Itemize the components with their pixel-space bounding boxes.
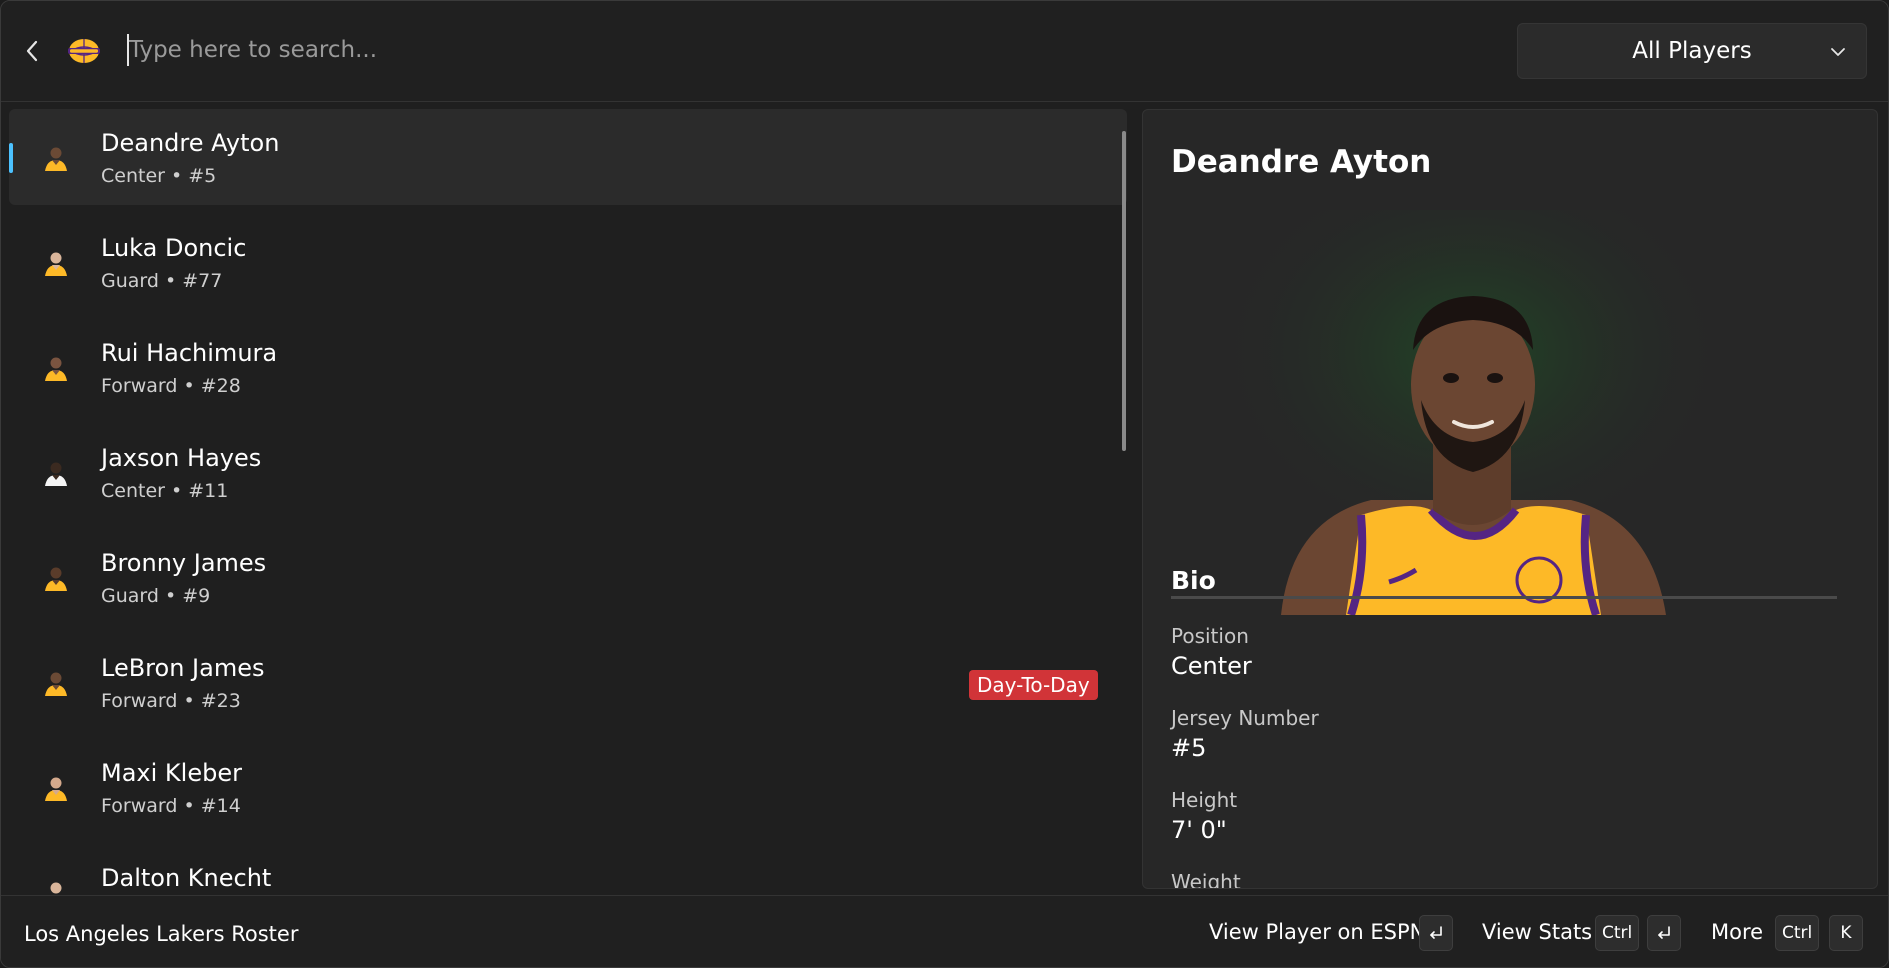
- player-filter-dropdown[interactable]: All Players: [1517, 23, 1867, 79]
- command-palette-window: All Players Deandre Ayton Center • #5: [0, 0, 1889, 968]
- height-value: 7' 0": [1171, 816, 1227, 844]
- enter-key-icon: [1430, 926, 1442, 939]
- lakers-logo-icon: [68, 39, 100, 63]
- player-name: Bronny James: [101, 549, 267, 577]
- player-row[interactable]: Maxi Kleber Forward • #14: [9, 739, 1127, 835]
- k-key-hint: K: [1829, 915, 1863, 951]
- player-row[interactable]: LeBron James Forward • #23 Day-To-Day: [9, 634, 1127, 730]
- player-row[interactable]: Deandre Ayton Center • #5: [9, 109, 1127, 205]
- player-position-number: Guard • #9: [101, 585, 211, 607]
- command-bar: Los Angeles Lakers Roster View Player on…: [1, 895, 1888, 967]
- player-name: Luka Doncic: [101, 234, 247, 262]
- player-position-number: Guard • #77: [101, 270, 223, 292]
- enter-key-hint: [1647, 915, 1681, 951]
- back-button[interactable]: [19, 35, 45, 67]
- player-position-number: Forward • #28: [101, 375, 241, 397]
- player-position-number: Center • #11: [101, 480, 229, 502]
- player-row[interactable]: Dalton Knecht: [9, 844, 1127, 895]
- player-list: Deandre Ayton Center • #5 Luka Doncic Gu…: [9, 109, 1127, 895]
- weight-label: Weight: [1171, 870, 1241, 889]
- player-avatar: [45, 672, 67, 696]
- player-avatar: [45, 252, 67, 276]
- list-scrollbar[interactable]: [1122, 131, 1126, 451]
- player-row[interactable]: Luka Doncic Guard • #77: [9, 214, 1127, 310]
- roster-title: Los Angeles Lakers Roster: [24, 922, 299, 946]
- search-input[interactable]: [129, 29, 1379, 71]
- player-name: Maxi Kleber: [101, 759, 242, 787]
- player-name: Deandre Ayton: [101, 129, 280, 157]
- player-row[interactable]: Jaxson Hayes Center • #11: [9, 424, 1127, 520]
- player-details-pane: Deandre Ayton Bio Position Center Jersey…: [1142, 109, 1878, 889]
- player-name: Jaxson Hayes: [101, 444, 262, 472]
- injury-status-badge: Day-To-Day: [969, 670, 1098, 700]
- player-avatar: [45, 147, 67, 171]
- details-player-name: Deandre Ayton: [1171, 144, 1432, 180]
- player-avatar: [45, 777, 67, 801]
- chevron-down-icon: [1831, 48, 1845, 56]
- player-position-number: Forward • #23: [101, 690, 241, 712]
- bio-heading: Bio: [1171, 566, 1216, 595]
- search-bar: All Players: [1, 1, 1888, 102]
- player-row[interactable]: Rui Hachimura Forward • #28: [9, 319, 1127, 415]
- player-position-number: Center • #5: [101, 165, 217, 187]
- ctrl-key-hint: Ctrl: [1775, 915, 1820, 951]
- player-avatar: [45, 357, 67, 381]
- filter-selected-label: All Players: [1632, 38, 1752, 64]
- player-position-number: Forward • #14: [101, 795, 241, 817]
- player-name: Rui Hachimura: [101, 339, 278, 367]
- position-value: Center: [1171, 652, 1252, 680]
- bio-divider: [1171, 596, 1837, 599]
- player-avatar: [45, 567, 67, 591]
- chevron-left-icon: [26, 40, 38, 62]
- player-portrait: [1211, 210, 1731, 615]
- selection-indicator: [9, 143, 13, 173]
- player-avatar: [50, 882, 62, 894]
- position-label: Position: [1171, 624, 1249, 648]
- height-label: Height: [1171, 788, 1238, 812]
- player-name: Dalton Knecht: [101, 864, 272, 892]
- ctrl-key-hint: Ctrl: [1595, 915, 1640, 951]
- view-on-espn-button[interactable]: View Player on ESPN: [1209, 920, 1425, 944]
- enter-key-hint: [1419, 915, 1453, 951]
- jersey-number-value: #5: [1171, 734, 1207, 762]
- more-button[interactable]: More: [1711, 920, 1763, 944]
- jersey-number-label: Jersey Number: [1171, 706, 1319, 730]
- player-name: LeBron James: [101, 654, 265, 682]
- view-stats-button[interactable]: View Stats: [1482, 920, 1592, 944]
- player-row[interactable]: Bronny James Guard • #9: [9, 529, 1127, 625]
- enter-key-icon: [1658, 926, 1670, 939]
- player-avatar: [45, 462, 67, 486]
